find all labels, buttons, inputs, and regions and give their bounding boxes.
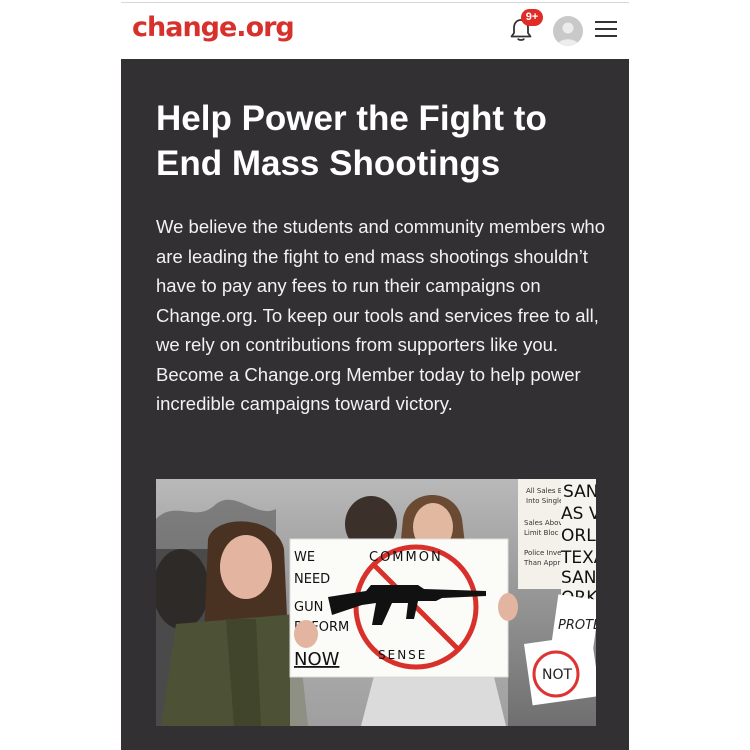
svg-text:NOW: NOW <box>294 649 340 670</box>
avatar-icon[interactable] <box>553 16 583 46</box>
notification-badge[interactable]: 9+ <box>521 9 543 26</box>
svg-text:Police Inve: Police Inve <box>524 549 561 557</box>
svg-text:Limit Bloc: Limit Bloc <box>524 529 559 537</box>
protest-photo: All Sales E Into Single Sales Abov Limit… <box>156 479 596 726</box>
svg-text:NEED: NEED <box>294 572 330 587</box>
svg-text:Into Single: Into Single <box>526 497 563 505</box>
hamburger-menu-icon[interactable] <box>595 21 617 39</box>
svg-text:WE: WE <box>294 550 315 565</box>
bg-sign-small-text: All Sales E <box>526 487 562 495</box>
promo-title: Help Power the Fight to End Mass Shootin… <box>156 99 547 183</box>
svg-text:AS V: AS V <box>561 504 596 524</box>
promo-body: We believe the students and community me… <box>156 216 606 414</box>
sign-common: COMMON <box>369 550 443 565</box>
bg-sign-big-text: SAN <box>563 482 596 502</box>
svg-text:TEXA: TEXA <box>560 548 596 568</box>
bg-sign-protect: PROTEC <box>558 618 596 633</box>
mobile-page: change.org 9+ Help Power the Fight to En… <box>121 0 629 750</box>
svg-text:SAN: SAN <box>561 568 596 588</box>
svg-text:Than Appr: Than Appr <box>523 559 560 567</box>
svg-text:GUN: GUN <box>294 600 323 615</box>
sign-sense: SENSE <box>378 648 427 662</box>
svg-text:Sales Abov: Sales Abov <box>524 519 563 527</box>
change-org-logo[interactable]: change.org <box>132 12 295 43</box>
bg-sign-not: NOT <box>542 667 572 683</box>
site-header: change.org 9+ <box>121 3 629 59</box>
membership-promo-panel: Help Power the Fight to End Mass Shootin… <box>121 59 629 750</box>
svg-text:ORLAN: ORLAN <box>561 526 596 546</box>
